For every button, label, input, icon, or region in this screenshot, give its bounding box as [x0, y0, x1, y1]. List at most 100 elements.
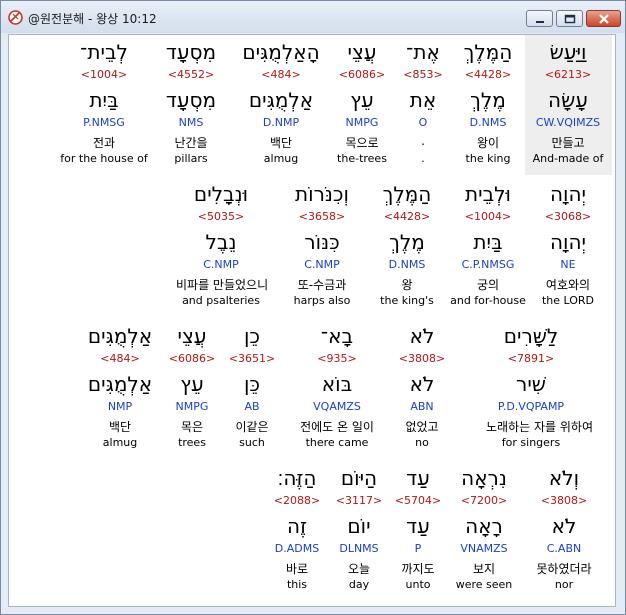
korean-gloss: 여호와의	[545, 278, 591, 292]
app-icon	[8, 10, 23, 25]
strong-number[interactable]: <7891>	[486, 352, 576, 365]
hebrew-word: הָאַלְמֻגִּים	[242, 40, 320, 64]
korean-gloss: 또-수금과	[297, 278, 347, 292]
minimize-icon	[536, 21, 544, 23]
korean-gloss: 백단	[108, 420, 132, 434]
english-gloss: for the house of	[60, 152, 148, 165]
strong-number[interactable]: <1004>	[443, 210, 533, 223]
strong-number[interactable]: <3068>	[523, 210, 613, 223]
parse-code: C.NMP	[203, 258, 239, 271]
parse-code: C.P.NMSG	[461, 258, 515, 271]
hebrew-word: בָא־	[320, 324, 354, 348]
close-button[interactable]	[586, 10, 621, 27]
lexeme: בּוֹא	[321, 372, 353, 396]
korean-gloss: 백단	[269, 136, 293, 150]
english-gloss: and psalteries	[182, 294, 260, 307]
strong-number[interactable]: <935>	[292, 352, 382, 365]
lexeme: בַּיִת	[473, 230, 503, 254]
strong-number[interactable]: <6213>	[523, 68, 613, 81]
lexeme: אַלְמֻגִּים	[248, 88, 314, 112]
strong-number[interactable]: <1004>	[59, 68, 149, 81]
korean-gloss: 비파를 만들었으니	[176, 278, 269, 292]
hebrew-word: מִסְעָד	[165, 40, 217, 64]
strong-number[interactable]: <5035>	[176, 210, 266, 223]
korean-gloss: 바로	[285, 562, 309, 576]
parse-code: NMPG	[345, 116, 379, 129]
korean-gloss: 전에도 온 일이	[300, 420, 374, 434]
lexeme: בַּיִת	[89, 88, 119, 112]
maximize-icon	[564, 14, 576, 24]
parse-code: NE	[560, 258, 576, 271]
korean-gloss: 못하였더라	[536, 562, 592, 576]
korean-gloss: 왕	[401, 278, 413, 292]
hebrew-word: הַמֶּלֶךְ	[382, 182, 432, 206]
hebrew-word: יְהוָה	[549, 182, 587, 206]
parse-code: NMS	[178, 116, 204, 129]
strong-number[interactable]: <484>	[236, 68, 326, 81]
close-icon	[599, 14, 609, 24]
lexeme: עָשָׂה	[548, 88, 588, 112]
strong-number[interactable]: <4428>	[362, 210, 452, 223]
parse-code: VQAMZS	[313, 400, 361, 413]
strong-number[interactable]: <484>	[75, 352, 165, 365]
hebrew-word: וְכִנֹּרוֹת	[295, 182, 349, 206]
korean-gloss: 난간을	[174, 136, 208, 150]
english-gloss: almug	[102, 436, 138, 449]
hebrew-word: אַלְמֻגִּים	[87, 324, 153, 348]
lexeme: כִּנּוֹר	[304, 230, 340, 254]
english-gloss: harps also	[293, 294, 351, 307]
verse-row-3: לַשָּׁרִים <7891> שִׁיר P.D.VQPAMP 노래하는 …	[9, 319, 615, 459]
parse-code: D.ADMS	[274, 542, 320, 555]
verse-row-1: וַיַּעַשׂ <6213> עָשָׂה CW.VQIMZS 만들고 An…	[9, 35, 615, 175]
strong-number[interactable]: <3808>	[377, 352, 467, 365]
strong-number[interactable]: <4552>	[146, 68, 236, 81]
parse-code: NMP	[107, 400, 133, 413]
minimize-button[interactable]	[526, 10, 553, 27]
window-title: @원전분해 - 왕상 10:12	[28, 12, 157, 26]
hebrew-word: הַזֶּה׃	[277, 466, 317, 490]
lexeme: זֶה	[287, 514, 307, 538]
hebrew-word: לַשָּׁרִים	[503, 324, 559, 348]
lexeme: נֵבֶל	[205, 230, 237, 254]
korean-gloss: 없었고	[405, 420, 439, 434]
hebrew-word: וַיַּעַשׂ	[549, 40, 587, 64]
maximize-button[interactable]	[556, 10, 583, 27]
verse-row-2: יְהוָה <3068> יְהוָה NE 여호와의 the LORD וּ…	[9, 177, 615, 317]
lexeme: שִׁיר	[516, 372, 546, 396]
lexeme: מִסְעָד	[165, 88, 217, 112]
lexeme: מֶלֶךְ	[389, 230, 425, 254]
strong-number[interactable]: <3808>	[519, 494, 609, 507]
title-bar[interactable]: @원전분해 - 왕상 10:12	[1, 1, 625, 33]
strong-number[interactable]: <3658>	[277, 210, 367, 223]
hebrew-word: וּלְבֵית	[465, 182, 511, 206]
parse-code: CW.VQIMZS	[535, 116, 601, 129]
korean-gloss: 전과	[92, 136, 116, 150]
verse-row-4: וְלֹא <3808> לֹא C.ABN 못하였더라 nor נִרְאָה…	[9, 461, 615, 601]
hebrew-word: וּנְבָלִים	[193, 182, 249, 206]
korean-gloss: 목으로	[345, 136, 379, 150]
hebrew-word: וְלֹא	[548, 466, 580, 490]
hebrew-word: לֹא	[409, 324, 435, 348]
english-gloss: for singers	[501, 436, 561, 449]
parse-code: D.NMP	[262, 116, 300, 129]
lexeme: אַלְמֻגִּים	[87, 372, 153, 396]
hebrew-word: עֲצֵי	[347, 40, 377, 64]
parse-code: ABN	[410, 400, 434, 413]
korean-gloss: 궁의	[476, 278, 500, 292]
app-window: @원전분해 - 왕상 10:12 וַיַּעַשׂ <6213> עָשָׂה…	[0, 0, 626, 615]
parse-code: P.NMSG	[83, 116, 125, 129]
lexeme: עֵץ	[350, 88, 374, 112]
parse-code: P.D.VQPAMP	[497, 400, 565, 413]
korean-gloss: 만들고	[551, 136, 585, 150]
parse-code: C.ABN	[546, 542, 582, 555]
strong-number[interactable]: <6086>	[317, 68, 407, 81]
strong-number[interactable]: <2088>	[252, 494, 342, 507]
parse-code: C.NMP	[304, 258, 340, 271]
lexeme: יְהוָה	[549, 230, 587, 254]
hebrew-word: לְבֵית־	[80, 40, 128, 64]
korean-gloss: 노래하는 자를 위하여	[486, 420, 593, 434]
lexeme: לֹא	[551, 514, 577, 538]
lexeme: לֹא	[409, 372, 435, 396]
parse-code: D.NMS	[388, 258, 426, 271]
english-gloss: this	[286, 578, 308, 591]
